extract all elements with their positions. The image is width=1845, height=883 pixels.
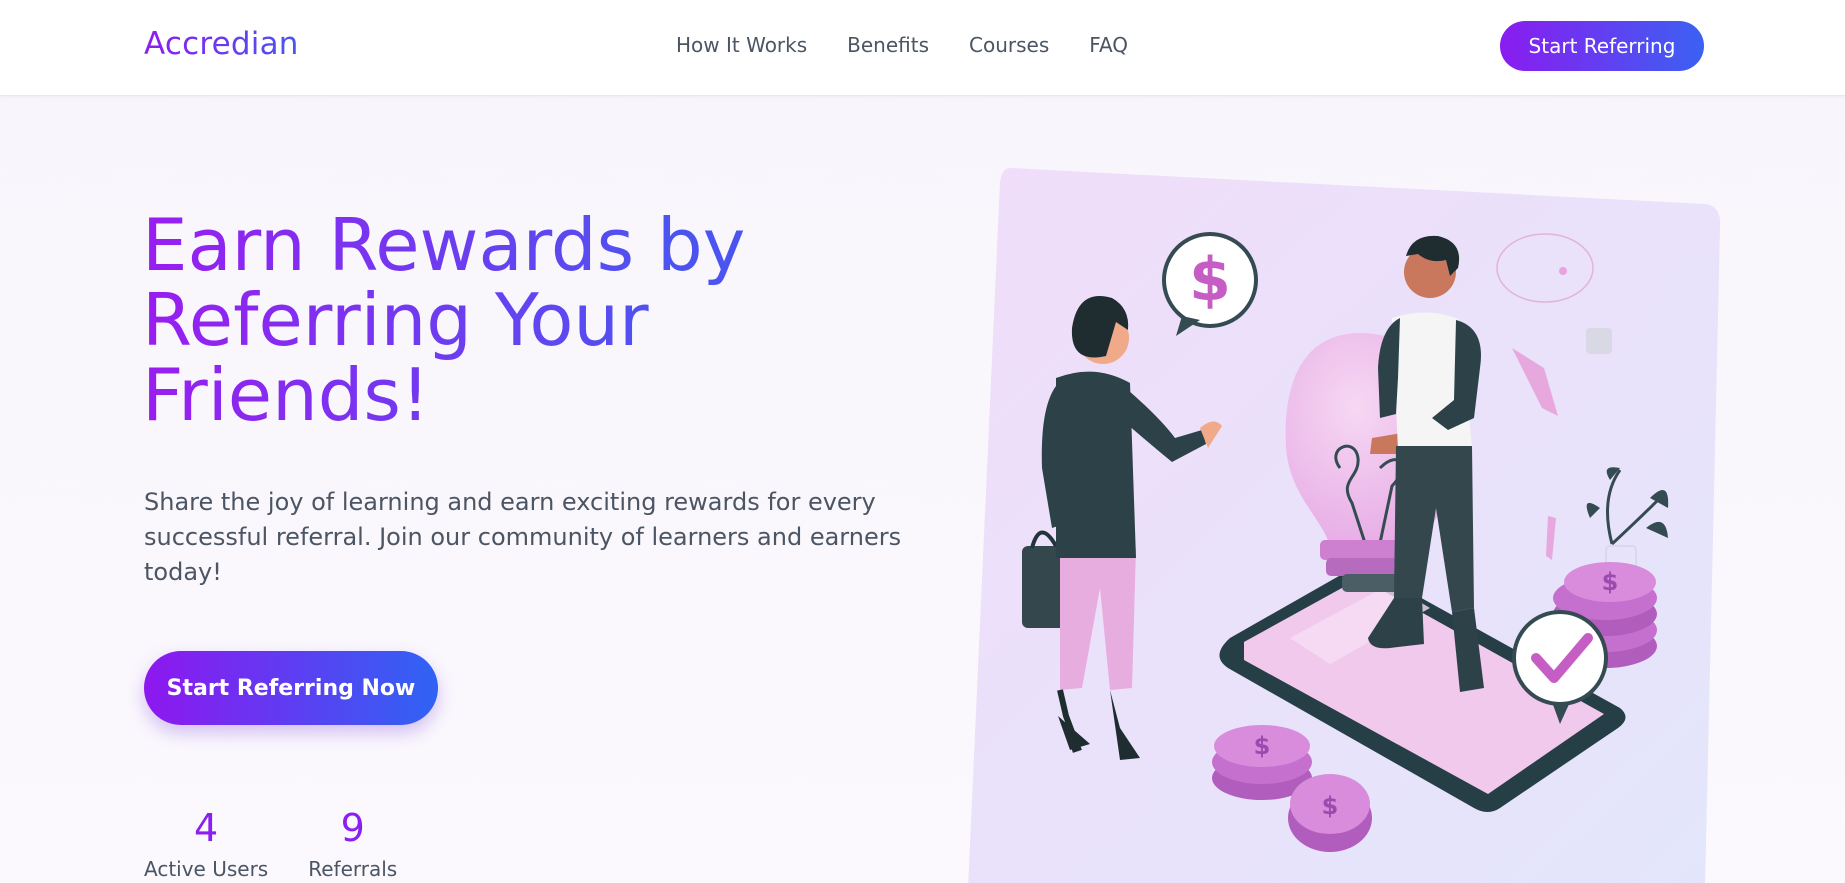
hero-illustration: $ $ $ $ [960,168,1730,883]
coin-symbol: $ [1602,568,1619,596]
stat-referrals: 9 Referrals [308,805,397,881]
start-referring-button[interactable]: Start Referring [1500,21,1704,71]
coin-symbol: $ [1254,732,1271,760]
hero-title: Earn Rewards by Referring Your Friends! [142,208,902,433]
nav-link-faq[interactable]: FAQ [1089,33,1128,57]
stat-value: 4 [194,806,219,850]
coin-symbol: $ [1322,792,1339,820]
nav-link-how-it-works[interactable]: How It Works [676,33,807,57]
nav-link-benefits[interactable]: Benefits [847,33,929,57]
navbar: Accredian How It Works Benefits Courses … [0,0,1845,96]
stat-active-users: 4 Active Users [144,805,268,881]
stat-label: Referrals [308,857,398,881]
nav-links: How It Works Benefits Courses FAQ [676,33,1128,57]
stats-row: 4 Active Users 9 Referrals [144,805,397,881]
referral-illustration: $ $ $ $ [968,168,1721,883]
nav-link-courses[interactable]: Courses [969,33,1049,57]
brand-logo[interactable]: Accredian [144,26,299,62]
stat-label: Active Users [144,857,269,881]
start-referring-now-button[interactable]: Start Referring Now [144,651,438,725]
coin-symbol: $ [1189,245,1231,315]
hero-subtitle: Share the joy of learning and earn excit… [144,488,902,586]
stat-value: 9 [340,806,365,850]
